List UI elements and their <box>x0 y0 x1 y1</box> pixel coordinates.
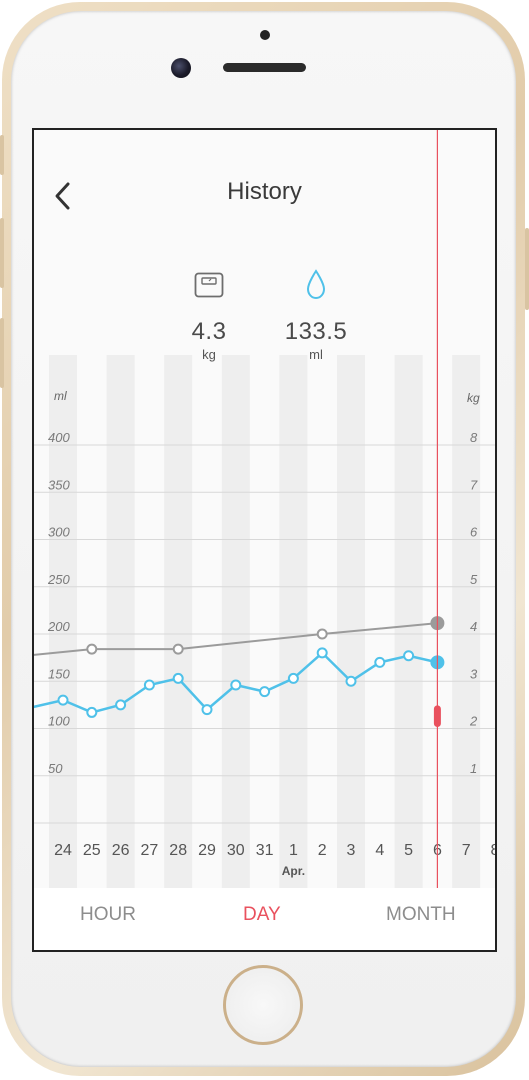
volume-down-button <box>0 318 4 388</box>
day-column-stripe <box>394 355 423 888</box>
y-left-tick-label: 150 <box>48 666 70 681</box>
x-tick-label: 29 <box>198 842 216 859</box>
app-screen: ml kg 50 100 150 200 250 300 350 400 1 2 3 4 5 6 7 8 24 25 2… <box>32 128 497 952</box>
tab-month[interactable]: MONTH <box>386 904 456 926</box>
y-right-tick-label: 2 <box>469 714 478 729</box>
volume-up-button <box>0 218 4 288</box>
water-data-point <box>143 679 155 691</box>
weight-value: 4.3 <box>191 318 227 345</box>
y-right-tick-label: 5 <box>470 572 478 587</box>
x-tick-label: 27 <box>141 842 159 859</box>
page-title: History <box>227 178 302 205</box>
x-tick-label: 4 <box>375 842 384 859</box>
water-value: 133.5 <box>284 318 348 345</box>
earpiece-speaker <box>223 63 306 72</box>
y-right-tick-label: 4 <box>470 619 477 634</box>
water-data-point <box>287 672 299 684</box>
tab-bar: HOUR DAY MONTH <box>34 888 495 950</box>
front-camera <box>171 58 191 78</box>
y-left-tick-label: 100 <box>48 714 70 729</box>
x-tick-label: 5 <box>404 842 413 859</box>
x-tick-label: 2 <box>318 842 327 859</box>
scale-icon <box>194 272 224 298</box>
x-tick-label: 24 <box>54 842 72 859</box>
x-tick-label: 8 <box>491 842 495 859</box>
water-data-point <box>374 656 386 668</box>
mute-switch <box>0 135 4 175</box>
x-tick-label: 7 <box>462 842 471 859</box>
water-data-point <box>316 647 328 659</box>
water-data-point <box>115 699 127 711</box>
day-column-stripe <box>164 355 193 888</box>
tab-day[interactable]: DAY <box>243 904 281 926</box>
day-column-stripe <box>279 355 308 888</box>
y-right-tick-label: 6 <box>470 525 478 540</box>
x-tick-label: 25 <box>83 842 101 859</box>
weight-data-point <box>172 643 184 655</box>
y-right-tick-label: 3 <box>470 666 478 681</box>
day-column-stripe <box>221 355 250 888</box>
history-chart: ml kg501001502002503003504001234567824 25 2… <box>34 130 495 890</box>
x-tick-label: 26 <box>112 842 130 859</box>
y-left-tick-label: 400 <box>48 430 70 445</box>
y-left-tick-label: 200 <box>47 619 70 634</box>
y-right-tick-label: 7 <box>470 477 478 492</box>
weight-unit: kg <box>202 347 216 362</box>
water-data-point <box>345 675 357 687</box>
y-right-tick-label: 8 <box>470 430 478 445</box>
water-data-point <box>86 706 98 718</box>
y-left-tick-label: 50 <box>48 761 63 776</box>
proximity-sensor <box>260 30 270 40</box>
water-data-point <box>403 650 415 662</box>
weight-data-point <box>86 643 98 655</box>
day-column-stripe <box>337 355 365 888</box>
weight-data-point <box>316 628 328 640</box>
y-right-tick-label: 1 <box>470 761 477 776</box>
month-label: Apr. <box>282 864 305 878</box>
day-column-stripe <box>106 355 135 888</box>
water-metric: 133.5 ml <box>256 268 376 362</box>
power-button <box>525 228 529 310</box>
x-tick-label: 3 <box>347 842 356 859</box>
water-data-point <box>172 672 184 684</box>
y-left-tick-label: 250 <box>47 572 70 587</box>
water-unit: ml <box>309 347 323 362</box>
tab-hour[interactable]: HOUR <box>80 904 136 926</box>
y-left-tick-label: 300 <box>48 525 70 540</box>
water-data-point <box>57 694 69 706</box>
water-data-point <box>230 679 242 691</box>
y-axis-right-label: kg <box>467 391 480 405</box>
water-data-point <box>259 686 271 698</box>
home-button[interactable] <box>223 965 303 1045</box>
x-tick-label: 31 <box>256 842 274 859</box>
x-tick-label: 30 <box>227 842 245 859</box>
y-left-tick-label: 350 <box>48 477 70 492</box>
weight-metric: 4.3 kg <box>149 268 269 362</box>
water-drop-icon <box>306 269 326 300</box>
x-tick-label: 1 <box>289 842 298 859</box>
x-tick-label: 28 <box>169 842 187 859</box>
y-axis-left-label: ml <box>54 389 67 403</box>
water-data-point <box>201 704 213 716</box>
